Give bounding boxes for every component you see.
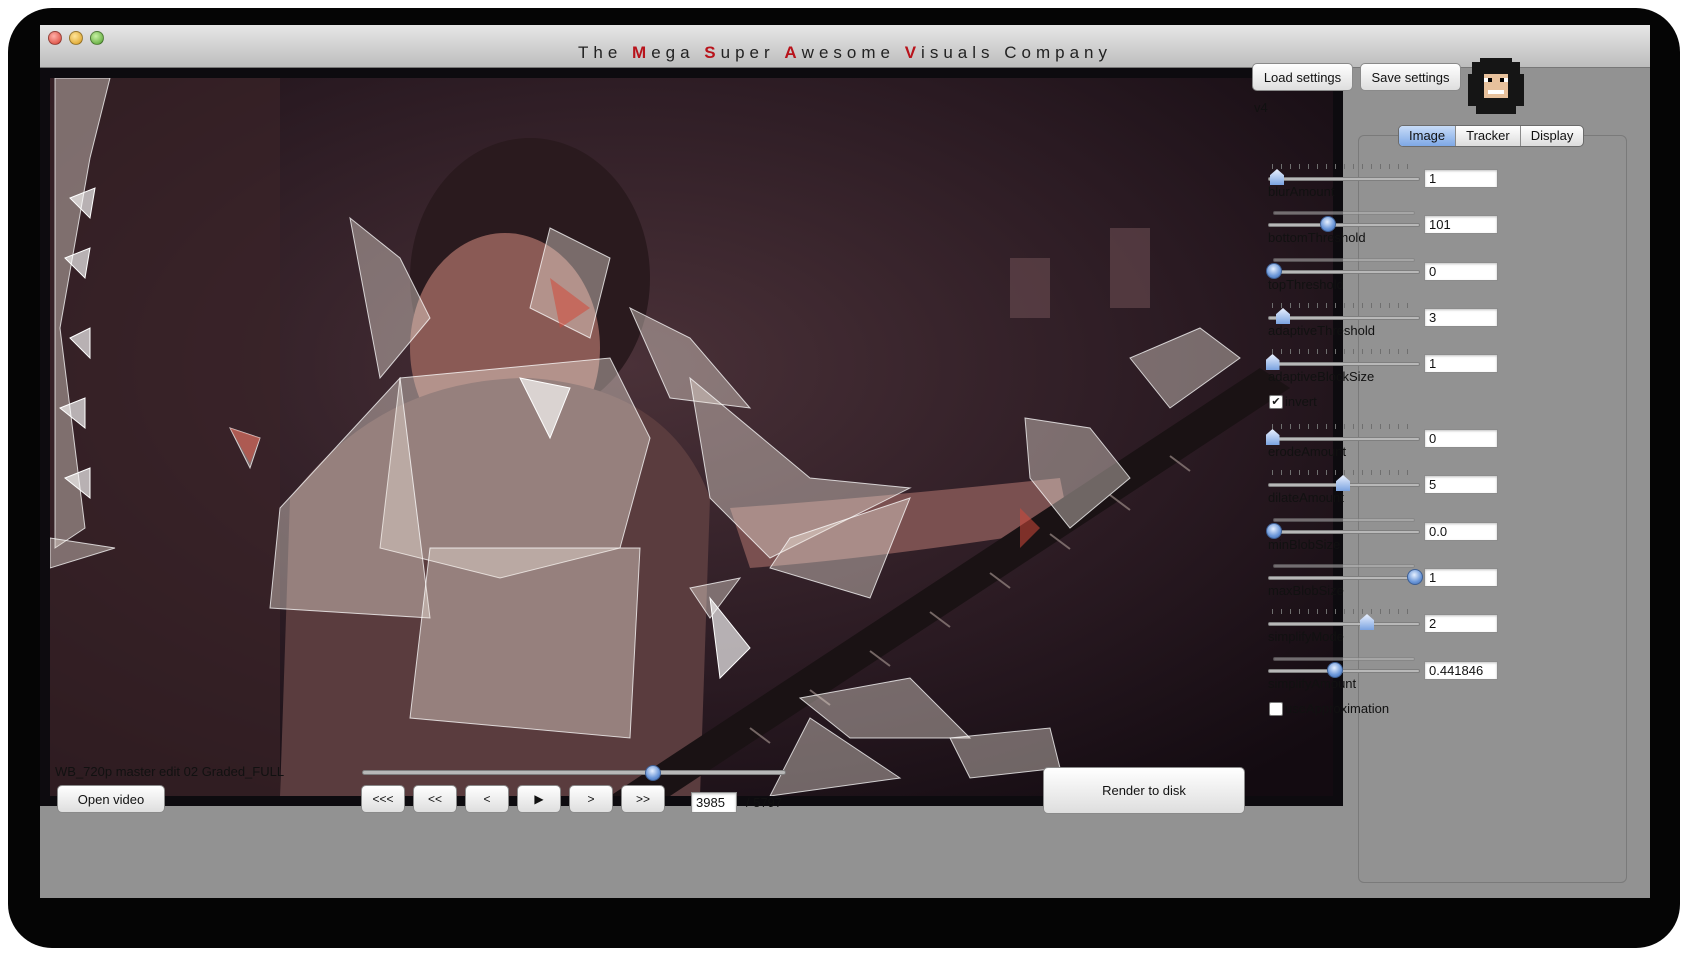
title-segment: A <box>784 43 802 62</box>
step-back-button[interactable]: < <box>465 785 509 813</box>
simplify-amount-groove <box>1273 657 1415 661</box>
bottom-threshold-field[interactable]: 101 <box>1424 215 1498 234</box>
version-label: v4 <box>1254 100 1268 115</box>
app-title: The Mega Super Awesome Visuals Company <box>40 43 1650 63</box>
timeline-scrubber[interactable] <box>362 770 786 775</box>
title-segment: M <box>632 43 652 62</box>
dilate-amount-ticks <box>1272 470 1416 475</box>
adaptive-block-size-ticks <box>1272 349 1416 354</box>
top-threshold-groove <box>1273 258 1415 262</box>
erode-amount-ticks <box>1272 424 1416 429</box>
current-frame-field[interactable]: 3985 <box>691 792 737 813</box>
blur-amount-slider[interactable] <box>1268 177 1420 181</box>
adaptive-threshold-label: adaptiveThreshold <box>1268 323 1375 338</box>
bottom-threshold-groove <box>1273 211 1415 215</box>
max-blob-size-field[interactable]: 1 <box>1424 568 1498 587</box>
adaptive-block-size-slider[interactable] <box>1268 362 1420 366</box>
erode-amount-field[interactable]: 0 <box>1424 429 1498 448</box>
adaptive-threshold-slider[interactable] <box>1268 316 1420 320</box>
step-forward-button[interactable]: > <box>569 785 613 813</box>
render-to-disk-button[interactable]: Render to disk <box>1043 767 1245 814</box>
min-blob-size-slider[interactable] <box>1268 530 1420 534</box>
title-segment: The <box>578 43 633 62</box>
title-segment: wesome <box>801 43 905 62</box>
min-blob-size-groove <box>1273 518 1415 522</box>
title-segment: Company <box>1004 43 1112 62</box>
video-frame <box>50 78 1333 796</box>
app-window: The Mega Super Awesome Visuals Company W… <box>40 25 1650 898</box>
settings-panel <box>1358 135 1627 883</box>
erode-amount-slider[interactable] <box>1268 437 1420 441</box>
title-bar[interactable]: The Mega Super Awesome Visuals Company <box>40 25 1650 68</box>
save-settings-button[interactable]: Save settings <box>1360 63 1461 91</box>
tab-tracker[interactable]: Tracker <box>1456 126 1521 146</box>
top-threshold-label: topThreshold <box>1268 277 1344 292</box>
simplify-amount-slider[interactable] <box>1268 669 1420 673</box>
max-blob-size-slider[interactable] <box>1268 576 1420 580</box>
adaptive-threshold-field[interactable]: 3 <box>1424 308 1498 327</box>
max-blob-size-slider-knob[interactable] <box>1406 569 1423 585</box>
min-blob-size-field[interactable]: 0.0 <box>1424 522 1498 541</box>
video-viewer[interactable] <box>40 68 1343 806</box>
title-segment: S <box>704 43 721 62</box>
simplify-mode-field[interactable]: 2 <box>1424 614 1498 633</box>
simplify-amount-label: simplifyAmount <box>1268 676 1357 691</box>
use-approximation-checkbox[interactable] <box>1269 702 1283 716</box>
adaptive-block-size-field[interactable]: 1 <box>1424 354 1498 373</box>
dilate-amount-label: dilateAmount <box>1268 490 1344 505</box>
invert-checkbox[interactable]: ✔ <box>1269 395 1283 409</box>
fast-back-button[interactable]: << <box>413 785 457 813</box>
simplify-amount-field[interactable]: 0.441846 <box>1424 661 1498 680</box>
adaptive-block-size-label: adaptiveBlockSize <box>1268 369 1375 384</box>
adaptive-threshold-ticks <box>1272 303 1416 308</box>
max-blob-size-label: maxBlobSize <box>1268 583 1344 598</box>
settings-tabs[interactable]: Image Tracker Display <box>1398 125 1585 147</box>
blur-amount-label: blurAmount <box>1268 184 1335 199</box>
title-segment: ega <box>651 43 705 62</box>
use-approximation-label: useApproximation <box>1285 701 1390 716</box>
play-button[interactable]: ▶ <box>517 785 561 813</box>
blur-amount-field[interactable]: 1 <box>1424 169 1498 188</box>
simplify-mode-ticks <box>1272 609 1416 614</box>
tab-display[interactable]: Display <box>1521 126 1584 146</box>
timeline-scrubber-knob[interactable] <box>644 765 661 781</box>
title-segment: V <box>904 43 922 62</box>
total-frames-label: / 5797 <box>746 795 783 810</box>
tab-image[interactable]: Image <box>1399 126 1457 146</box>
fast-forward-button[interactable]: >> <box>621 785 665 813</box>
blur-amount-ticks <box>1272 164 1416 169</box>
video-filename: WB_720p master edit 02 Graded_FULL <box>55 764 285 779</box>
min-blob-size-label: minBlobSize <box>1268 537 1341 552</box>
invert-label: invert <box>1285 394 1317 409</box>
bottom-threshold-label: bottomThreshold <box>1268 230 1366 245</box>
jump-start-button[interactable]: <<< <box>361 785 405 813</box>
top-threshold-field[interactable]: 0 <box>1424 262 1498 281</box>
dilate-amount-field[interactable]: 5 <box>1424 475 1498 494</box>
simplify-mode-label: simplifyMode <box>1268 629 1344 644</box>
title-segment: isuals <box>921 43 1005 62</box>
bottom-threshold-slider[interactable] <box>1268 223 1420 227</box>
erode-amount-label: erodeAmount <box>1268 444 1347 459</box>
title-segment: uper <box>720 43 785 62</box>
top-threshold-slider[interactable] <box>1268 270 1420 274</box>
simplify-mode-slider[interactable] <box>1268 622 1420 626</box>
max-blob-size-groove <box>1273 564 1415 568</box>
load-settings-button[interactable]: Load settings <box>1252 63 1353 91</box>
pixel-face-icon <box>1468 58 1524 114</box>
open-video-button[interactable]: Open video <box>57 785 165 813</box>
